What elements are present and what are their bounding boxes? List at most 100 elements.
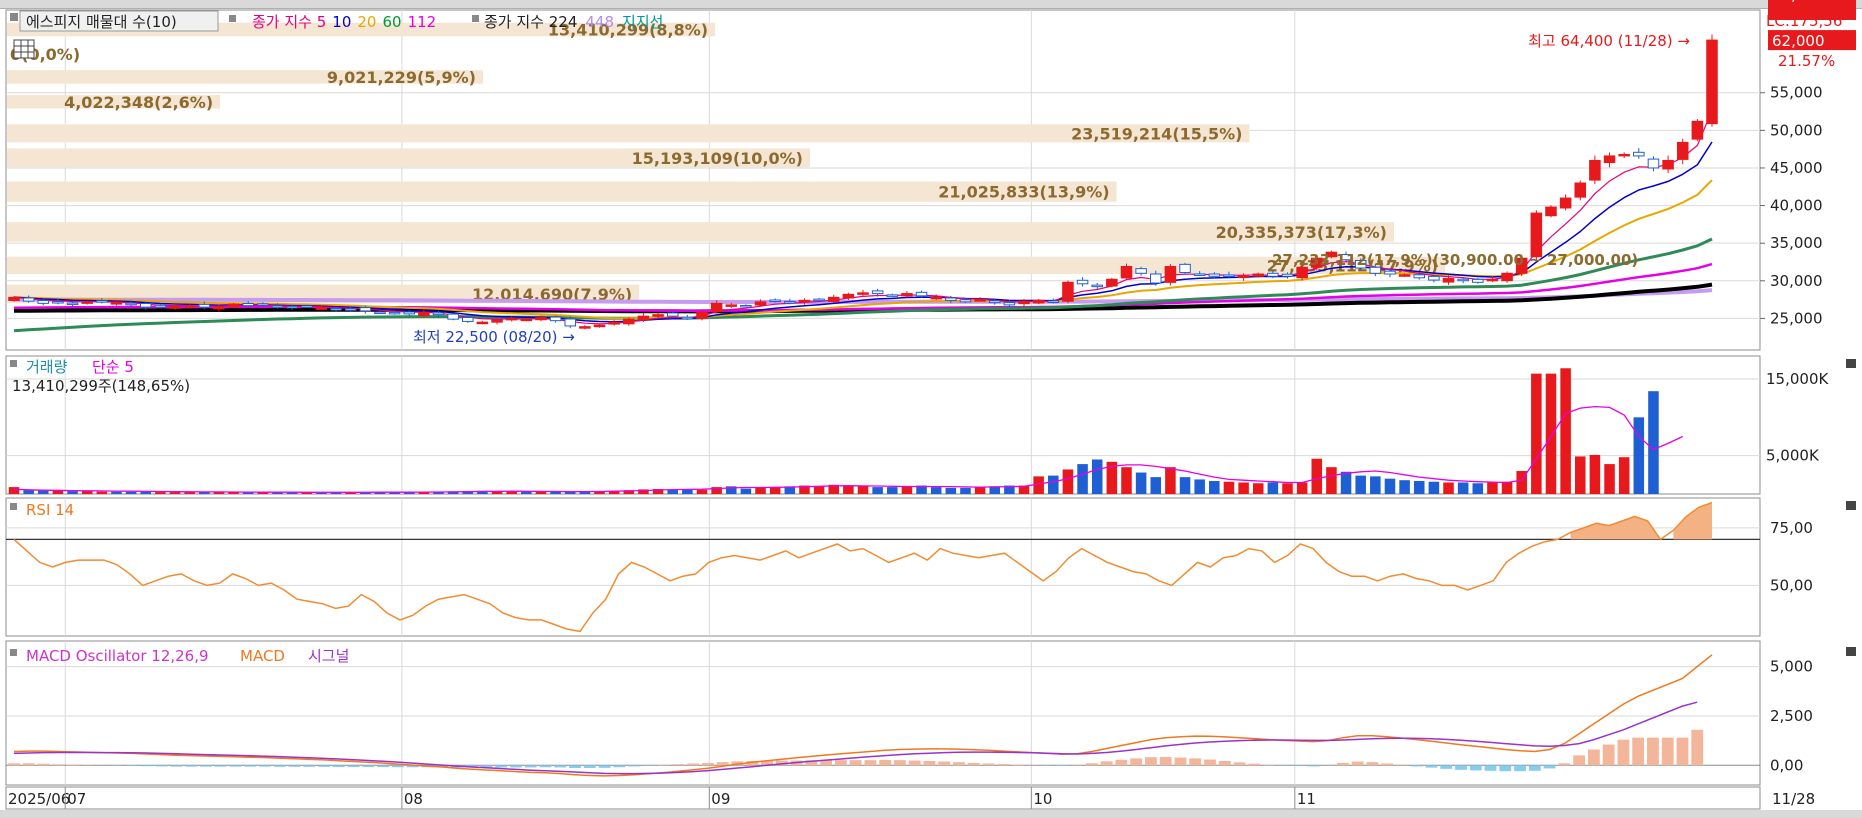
candle-body <box>1384 270 1396 275</box>
candle-body <box>22 297 35 302</box>
volume-bar <box>1296 482 1308 494</box>
macd-oscillator-bar <box>569 765 581 769</box>
volume-bar <box>1252 483 1264 494</box>
volume-bar <box>1574 456 1586 494</box>
macd-oscillator-bar <box>1587 749 1600 766</box>
candle-body <box>125 302 137 306</box>
legend-moving-averages: 종가 지수 5 10 20 60 112 <box>252 13 436 31</box>
volume-bar <box>887 487 898 494</box>
macd-oscillator-bar <box>583 765 596 769</box>
macd-oscillator-bar <box>214 765 227 767</box>
macd-oscillator-bar <box>1647 737 1659 766</box>
volume-bar <box>1370 476 1381 494</box>
high-price-annotation: 최고 64,400 (11/28) → <box>1528 32 1690 50</box>
volume-profile-bar <box>7 222 1394 242</box>
volume-profile-label: 23,519,214(15,5%) <box>1071 124 1242 143</box>
candle-body <box>1647 158 1660 169</box>
macd-oscillator-bar <box>229 765 242 767</box>
volume-legend-label: 거래량 <box>26 358 68 376</box>
candle-body <box>623 318 635 325</box>
macd-oscillator-bar <box>22 763 35 766</box>
volume-bar <box>1238 482 1249 494</box>
macd-oscillator-bar <box>1440 765 1453 769</box>
macd-oscillator-bar <box>1115 759 1128 766</box>
volume-bar <box>1077 464 1088 494</box>
macd-oscillator-bar <box>613 765 626 768</box>
candle-body <box>901 293 913 297</box>
candle-body <box>930 296 942 300</box>
candle-body <box>300 305 313 308</box>
macd-oscillator-bar <box>834 760 847 766</box>
candle-body <box>169 305 181 309</box>
data-table-icon[interactable] <box>13 39 35 59</box>
candle-body <box>959 299 972 303</box>
macd-oscillator-bar <box>1130 758 1143 766</box>
current-price-label: 62,000 <box>1772 32 1825 50</box>
volume-bar <box>52 490 64 494</box>
candle-body <box>637 315 650 321</box>
volume-bar <box>1179 477 1191 494</box>
macd-oscillator-bar <box>702 762 714 766</box>
candle-body <box>242 303 254 307</box>
close-panel-icon[interactable] <box>1846 359 1856 368</box>
candle-body <box>740 304 752 308</box>
legend-ma-prefix: 종가 지수 5 <box>252 13 326 31</box>
rsi-axis-tick-label: 50,00 <box>1770 576 1813 594</box>
macd-oscillator-bar <box>1558 763 1571 766</box>
volume-bar <box>23 490 34 494</box>
macd-oscillator-bar <box>953 762 965 766</box>
candle-body <box>1589 159 1601 181</box>
legend-bullet-icon <box>472 15 479 22</box>
candle-body <box>432 312 445 316</box>
macd-oscillator-bar <box>1351 761 1364 766</box>
bottom-scroll-strip[interactable] <box>0 810 1862 818</box>
volume-bar <box>506 491 517 494</box>
volume-bar <box>140 492 152 494</box>
legend-bullet-icon <box>229 15 236 22</box>
candle-body <box>81 301 93 304</box>
candle-body <box>520 318 533 322</box>
stock-chart[interactable]: 13,410,299(8,8%)0(0,0%)9,021,229(5,9%)4,… <box>0 0 1862 818</box>
volume-bar <box>1399 480 1410 494</box>
candle-body <box>1618 153 1630 157</box>
macd-oscillator-bar <box>140 765 153 767</box>
volume-bar <box>930 487 942 494</box>
volume-bar <box>755 487 766 494</box>
candle-body <box>505 317 518 321</box>
macd-oscillator-bar <box>1381 763 1394 766</box>
macd-oscillator-bar <box>1307 765 1320 767</box>
candle-body <box>608 321 620 325</box>
macd-oscillator-bar <box>377 765 390 768</box>
volume-bar <box>169 492 181 494</box>
volume-bar <box>1604 464 1615 494</box>
close-panel-icon[interactable] <box>1846 501 1856 510</box>
macd-oscillator-bar <box>1469 765 1482 771</box>
volume-bar <box>1355 475 1366 494</box>
candle-body <box>1223 274 1235 277</box>
candle-body <box>1164 266 1177 283</box>
candle-body <box>271 305 284 309</box>
volume-bar <box>1589 454 1601 494</box>
volume-bar <box>696 489 708 494</box>
legend-bullet-icon <box>10 649 17 656</box>
candle-body <box>1018 300 1030 305</box>
volume-bar <box>550 492 561 494</box>
volume-axis-tick-label: 15,000K <box>1766 370 1829 388</box>
candle-body <box>462 316 474 322</box>
close-panel-icon[interactable] <box>1846 647 1856 656</box>
legend-ma2-prefix: 종가 지수 224 <box>484 13 577 31</box>
volume-bar <box>1531 373 1542 494</box>
macd-oscillator-bar <box>1484 765 1497 771</box>
macd-oscillator-bar <box>67 764 79 766</box>
volume-bar <box>960 487 971 494</box>
candle-body <box>974 299 986 302</box>
candle-body <box>476 321 489 325</box>
macd-oscillator-bar <box>347 765 360 768</box>
macd-oscillator-bar <box>1189 758 1202 766</box>
candle-body <box>257 303 269 306</box>
macd-oscillator-bar <box>391 765 404 768</box>
candle-body <box>871 290 884 295</box>
candle-body <box>1135 268 1147 274</box>
vol-panel-frame <box>5 355 1761 495</box>
legend-ma-item: 20 <box>357 13 376 31</box>
